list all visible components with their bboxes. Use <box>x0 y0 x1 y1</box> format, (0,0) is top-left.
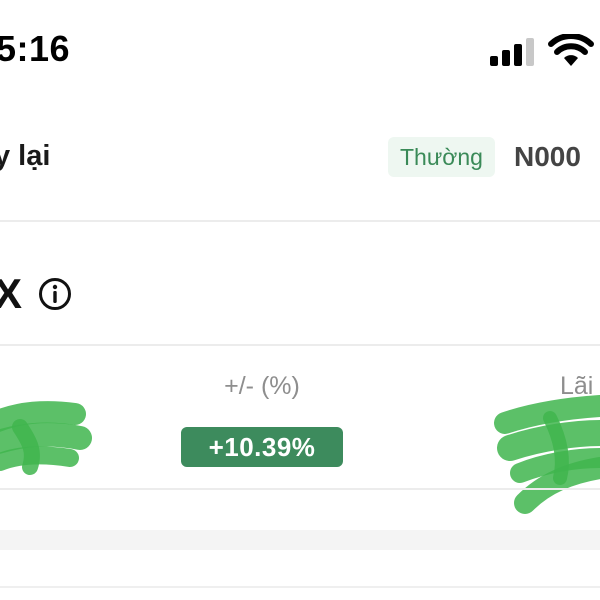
row-divider <box>0 586 600 588</box>
account-code[interactable]: N000 <box>514 141 581 173</box>
stats-divider <box>0 488 600 490</box>
info-icon[interactable] <box>38 277 72 311</box>
signal-icon <box>490 38 534 66</box>
wifi-icon <box>548 34 594 66</box>
screen: 5:16 y lại Thường N000 X +/- (%) Lãi +10… <box>0 0 600 600</box>
page-title: y lại <box>0 140 51 172</box>
redaction-scribble-left <box>0 401 92 475</box>
change-percent-value: +10.39% <box>181 427 343 467</box>
symbol-divider <box>0 344 600 346</box>
header-divider <box>0 220 600 222</box>
status-time: 5:16 <box>0 28 71 69</box>
header-row: y lại Thường N000 <box>0 128 600 188</box>
account-type-badge[interactable]: Thường <box>388 137 495 177</box>
redaction-scribble-right <box>494 395 600 514</box>
symbol-text: X <box>0 270 23 317</box>
section-separator <box>0 530 600 550</box>
change-percent-label: +/- (%) <box>224 372 300 400</box>
